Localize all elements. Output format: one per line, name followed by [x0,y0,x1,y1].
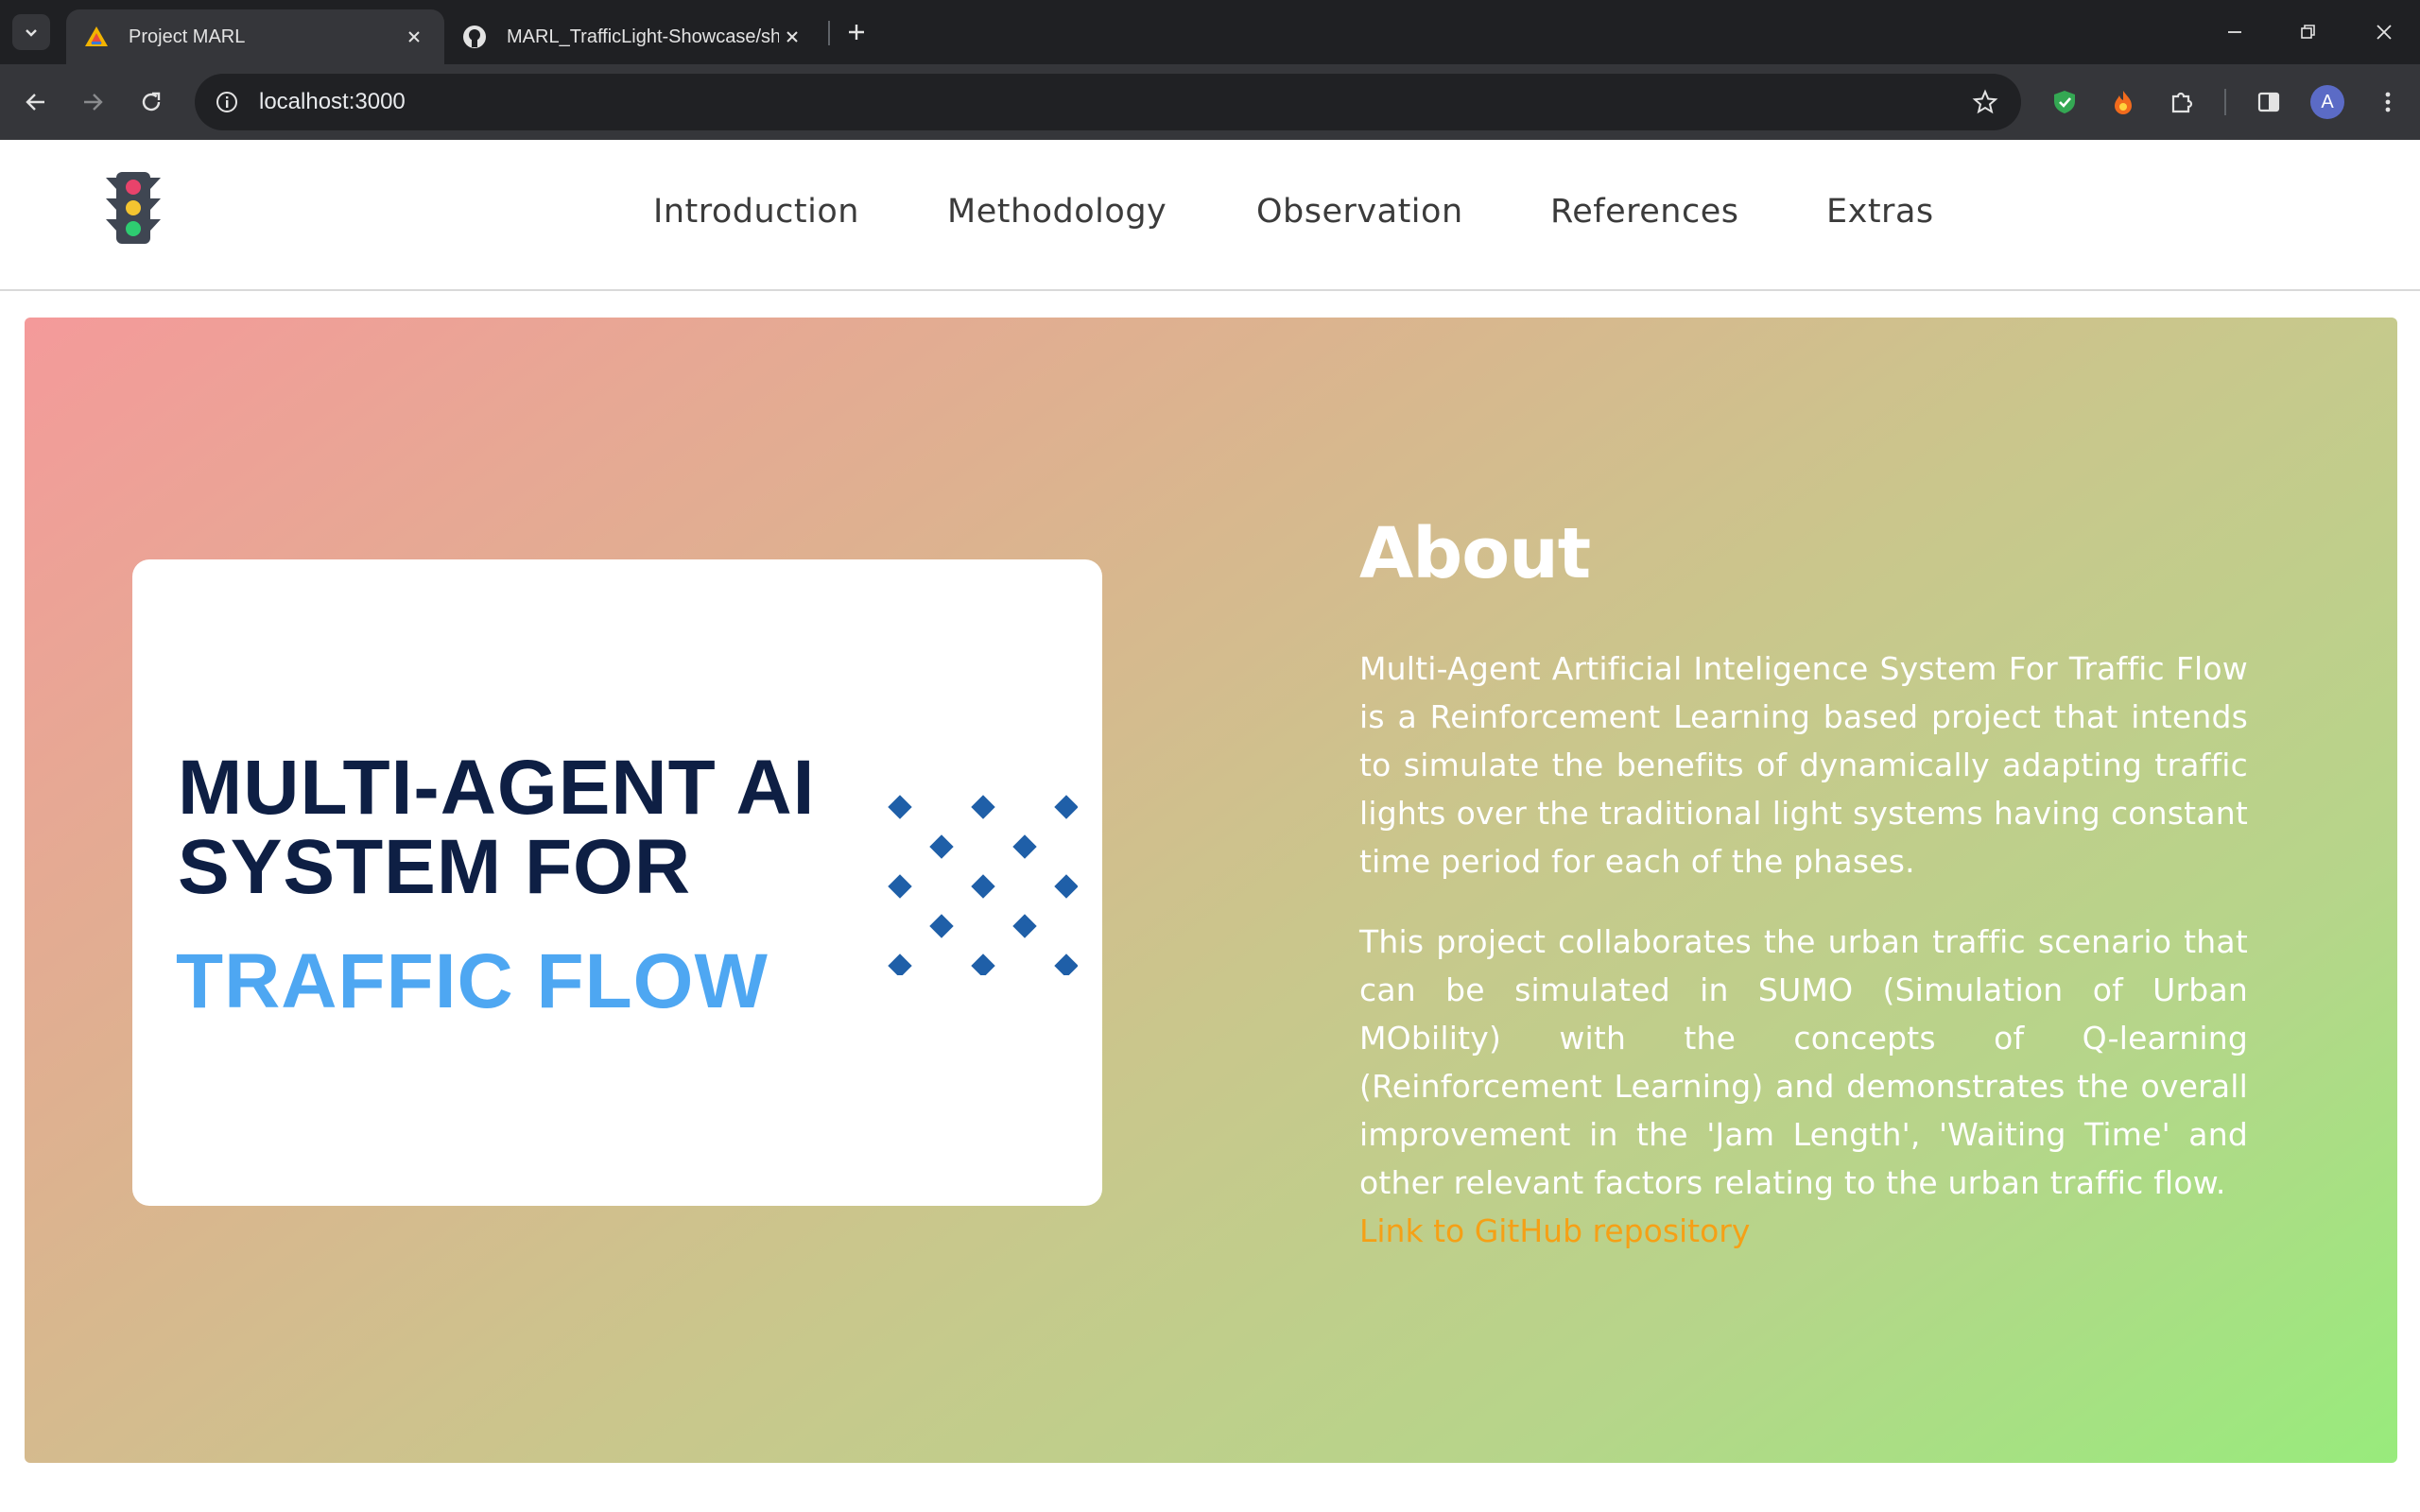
restore-icon [2301,25,2315,39]
chevron-down-icon [26,29,37,37]
about-paragraph-1: Multi-Agent Artificial Inteligence Syste… [1359,650,2248,880]
bookmark-star-icon[interactable] [1970,87,2000,117]
tab-separator [828,21,830,45]
nav-link-introduction[interactable]: Introduction [653,193,859,231]
reload-icon [142,92,161,112]
arrow-right-icon [84,94,103,111]
diamond-dot [1054,874,1078,899]
diamond-dot [971,874,995,899]
restore-button[interactable] [2291,15,2325,49]
profile-avatar[interactable]: A [2310,85,2344,119]
title-card: MULTI-AGENT AI SYSTEM FOR TRAFFIC FLOW [132,559,1102,1206]
more-menu-icon[interactable] [2369,83,2407,121]
extensions-puzzle-icon[interactable] [2163,83,2201,121]
site-navbar: Introduction Methodology Observation Ref… [0,140,2420,291]
card-title-line2: SYSTEM FOR [178,824,692,910]
tab-github-showcase[interactable]: MARL_TrafficLight-Showcase/show [444,9,822,64]
card-subtitle: TRAFFIC FLOW [176,938,769,1024]
diamond-dot [929,914,954,938]
card-title-line1: MULTI-AGENT AI [178,745,816,831]
diamond-dot [1012,914,1037,938]
back-button[interactable] [17,83,55,121]
nav-links: Introduction Methodology Observation Ref… [0,193,2420,240]
diamond-dot [1012,834,1037,859]
diamond-dot [888,954,912,975]
diamond-dot [1054,954,1078,975]
github-repo-link[interactable]: Link to GitHub repository [1359,1207,2248,1255]
github-icon [461,24,488,50]
plus-icon [849,25,864,40]
diamond-dot [971,795,995,819]
minimize-icon [2228,31,2241,33]
hero-section: MULTI-AGENT AI SYSTEM FOR TRAFFIC FLOW A… [25,318,2397,1463]
diamond-pattern-icon [888,795,1078,975]
close-tab-icon[interactable] [779,24,805,50]
tab-title: MARL_TrafficLight-Showcase/show [507,26,779,47]
flame-extension-icon[interactable] [2104,83,2142,121]
tab-title: Project MARL [129,26,246,47]
address-bar[interactable]: localhost:3000 [195,74,2021,130]
warning-triangle-icon [83,24,110,50]
diamond-dot [1054,795,1078,819]
about-section: About Multi-Agent Artificial Inteligence… [1359,507,2248,1255]
web-page: Introduction Methodology Observation Ref… [0,140,2420,1512]
close-tab-icon[interactable] [401,24,427,50]
site-info-icon[interactable] [212,87,242,117]
browser-toolbar: localhost:3000 A [0,64,2420,140]
nav-link-references[interactable]: References [1550,193,1738,231]
side-panel-icon[interactable] [2250,83,2288,121]
minimize-button[interactable] [2218,15,2252,49]
shield-extension-icon[interactable] [2046,83,2083,121]
diamond-dot [888,795,912,819]
arrow-left-icon [26,94,44,111]
diamond-dot [888,874,912,899]
nav-link-observation[interactable]: Observation [1256,193,1463,231]
tab-search-button[interactable] [12,14,50,50]
reload-button[interactable] [132,83,170,121]
about-heading: About [1359,513,1591,594]
close-window-button[interactable] [2367,15,2401,49]
diamond-dot [971,954,995,975]
close-icon [2377,25,2392,40]
about-paragraph-2: This project collaborates the urban traf… [1359,923,2248,1201]
forward-button[interactable] [74,83,112,121]
nav-link-methodology[interactable]: Methodology [947,193,1167,231]
new-tab-button[interactable] [839,15,873,49]
nav-link-extras[interactable]: Extras [1826,193,1934,231]
url-text: localhost:3000 [259,89,406,114]
browser-tab-bar: Project MARL MARL_TrafficLight-Showcase/… [0,0,2420,64]
toolbar-separator [2224,89,2226,115]
card-title: MULTI-AGENT AI SYSTEM FOR [178,748,839,907]
diamond-dot [929,834,954,859]
tab-project-marl[interactable]: Project MARL [66,9,444,64]
